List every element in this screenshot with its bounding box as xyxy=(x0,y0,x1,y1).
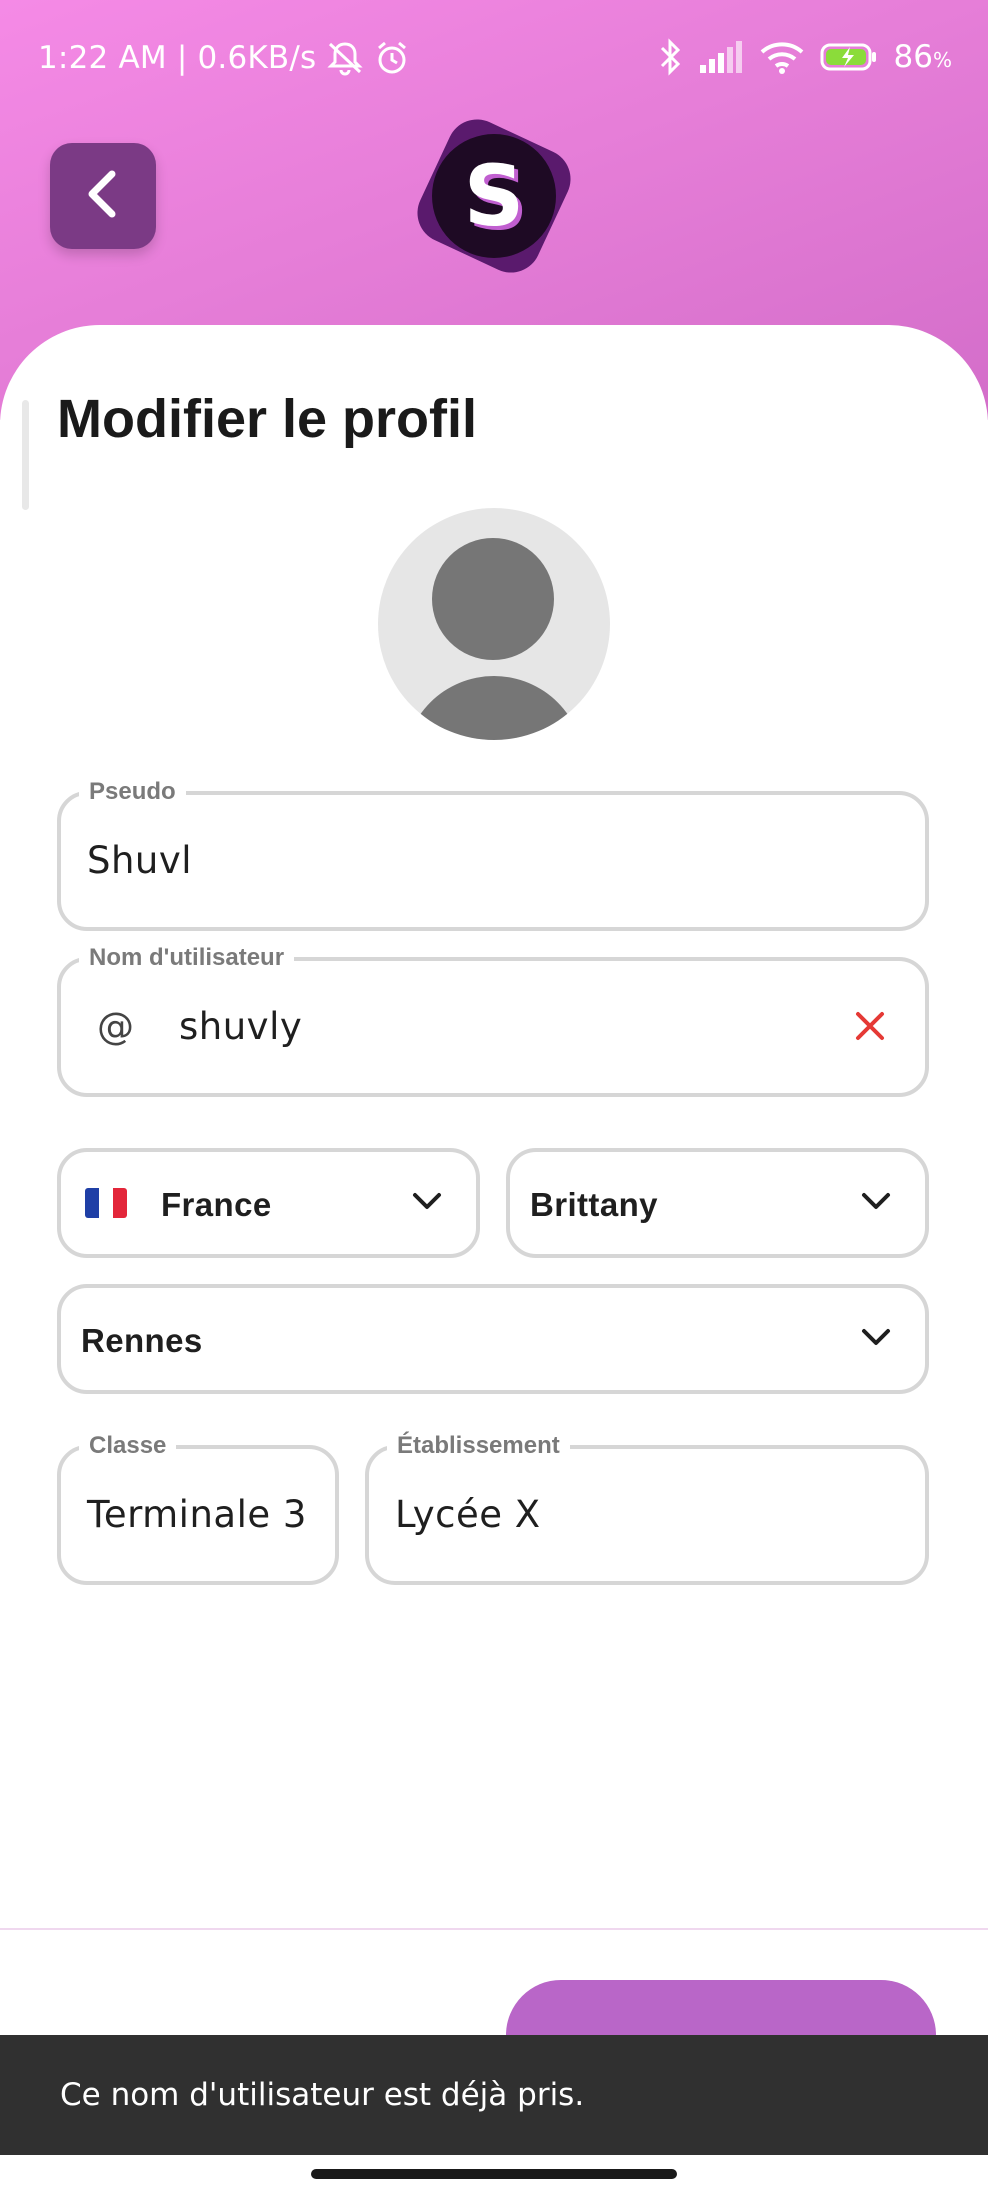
bottom-divider xyxy=(0,1928,988,1930)
toast: Ce nom d'utilisateur est déjà pris. xyxy=(0,2035,988,2155)
pseudo-label: Pseudo xyxy=(79,778,186,806)
bell-off-icon xyxy=(326,40,364,76)
at-sign-icon: @ xyxy=(97,1005,135,1048)
avatar-head xyxy=(432,538,554,660)
wifi-icon xyxy=(760,40,804,74)
status-bar: 1:22 AM | 0.6KB/s 86% xyxy=(0,0,988,120)
status-left: 1:22 AM | 0.6KB/s xyxy=(38,40,410,76)
navigation-bar xyxy=(0,2155,988,2196)
battery-unit: % xyxy=(932,48,952,72)
pseudo-input[interactable]: Shuvl xyxy=(87,839,192,882)
classe-field[interactable]: Classe Terminale 3 xyxy=(57,1432,339,1585)
pseudo-field[interactable]: Pseudo Shuvl xyxy=(57,778,929,931)
country-value: France xyxy=(161,1186,272,1223)
region-dropdown[interactable]: Brittany xyxy=(506,1148,929,1258)
city-value: Rennes xyxy=(81,1322,203,1359)
signal-icon xyxy=(698,41,744,73)
bluetooth-icon xyxy=(658,38,682,76)
close-icon[interactable] xyxy=(855,1011,885,1045)
chevron-left-icon xyxy=(80,168,126,224)
alarm-icon xyxy=(374,40,410,76)
page-title: Modifier le profil xyxy=(57,389,478,449)
classe-input[interactable]: Terminale 3 xyxy=(87,1493,307,1536)
chevron-down-icon xyxy=(412,1192,442,1216)
status-separator: | xyxy=(176,40,188,76)
username-field[interactable]: Nom d'utilisateur @ shuvly xyxy=(57,944,929,1097)
avatar[interactable] xyxy=(378,508,610,740)
scroll-indicator xyxy=(22,400,29,510)
country-dropdown[interactable]: France xyxy=(57,1148,480,1258)
battery-percentage: 86% xyxy=(894,39,952,75)
battery-charging-icon xyxy=(820,42,878,72)
chevron-down-icon xyxy=(861,1192,891,1216)
region-value: Brittany xyxy=(530,1186,658,1223)
avatar-body xyxy=(404,676,584,740)
toast-message: Ce nom d'utilisateur est déjà pris. xyxy=(60,2077,585,2113)
username-label: Nom d'utilisateur xyxy=(79,944,295,972)
back-button[interactable] xyxy=(50,143,156,249)
france-flag-icon xyxy=(85,1188,127,1218)
etablissement-input[interactable]: Lycée X xyxy=(395,1493,541,1536)
app-logo: S xyxy=(404,106,584,286)
home-indicator[interactable] xyxy=(311,2169,677,2179)
status-time: 1:22 AM xyxy=(38,40,167,76)
logo-circle: S xyxy=(432,134,556,258)
etablissement-field[interactable]: Établissement Lycée X xyxy=(365,1432,929,1585)
classe-label: Classe xyxy=(79,1432,177,1460)
username-input[interactable]: shuvly xyxy=(179,1005,302,1048)
status-network-speed: 0.6KB/s xyxy=(197,40,317,76)
logo-letter: S xyxy=(463,147,525,245)
city-dropdown[interactable]: Rennes xyxy=(57,1284,929,1394)
status-right: 86% xyxy=(658,38,952,76)
chevron-down-icon xyxy=(861,1328,891,1352)
etablissement-label: Établissement xyxy=(387,1432,570,1460)
battery-value: 86 xyxy=(893,39,933,75)
